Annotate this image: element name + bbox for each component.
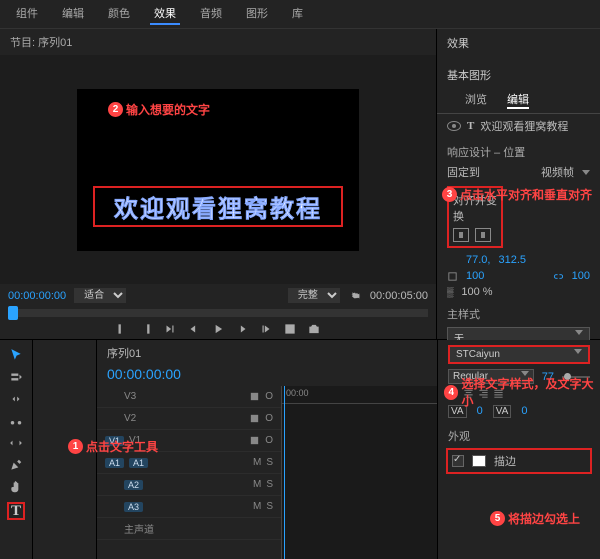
toggle-output-icon[interactable] bbox=[249, 391, 260, 402]
stroke-checkbox[interactable] bbox=[452, 455, 464, 467]
track-a2[interactable]: A2 bbox=[124, 480, 143, 490]
chevron-down-icon[interactable] bbox=[582, 170, 590, 175]
stroke-color-swatch[interactable] bbox=[472, 455, 486, 467]
track-o[interactable]: O bbox=[265, 391, 273, 402]
ripple-edit-tool[interactable] bbox=[9, 392, 23, 406]
position-icon bbox=[447, 255, 458, 266]
chevron-down-icon bbox=[574, 349, 582, 354]
tab-edit[interactable]: 编辑 bbox=[507, 91, 529, 109]
toggle-output-icon[interactable] bbox=[249, 413, 260, 424]
playhead[interactable] bbox=[8, 306, 18, 320]
track-select-tool[interactable] bbox=[9, 370, 23, 384]
menu-component[interactable]: 组件 bbox=[12, 3, 42, 25]
timeline-sequence-tab[interactable]: 序列01 bbox=[107, 345, 141, 361]
anchor-x[interactable]: 77.0, bbox=[466, 254, 490, 266]
callout-4: 选择文字样式，及文字大小 bbox=[461, 375, 600, 409]
selection-tool[interactable] bbox=[9, 348, 23, 362]
mute-button[interactable]: M bbox=[253, 479, 261, 490]
program-monitor-title: 节目: 序列01 bbox=[0, 29, 436, 55]
text-layer-icon: T bbox=[467, 120, 474, 132]
solo-button[interactable]: S bbox=[266, 457, 273, 468]
title-text-layer[interactable]: 欢迎观看狸窝教程 bbox=[97, 189, 339, 224]
stroke-label: 描边 bbox=[494, 453, 516, 469]
track-a3[interactable]: A3 bbox=[124, 502, 143, 512]
menu-graphics[interactable]: 图形 bbox=[242, 3, 272, 25]
master-style-label: 主样式 bbox=[437, 300, 600, 324]
mute-button[interactable]: M bbox=[253, 501, 261, 512]
pin-to-label: 固定到 bbox=[447, 164, 480, 180]
play-icon[interactable] bbox=[211, 322, 225, 336]
track-master[interactable]: 主声道 bbox=[124, 521, 154, 536]
effects-panel-title[interactable]: 效果 bbox=[437, 29, 600, 57]
slip-tool[interactable] bbox=[9, 436, 23, 450]
export-frame-icon[interactable] bbox=[283, 322, 297, 336]
camera-icon[interactable] bbox=[307, 322, 321, 336]
callout-num-2: 2 bbox=[108, 102, 123, 117]
mark-out-icon[interactable] bbox=[139, 322, 153, 336]
chevron-down-icon bbox=[575, 330, 583, 335]
timeline-timecode[interactable]: 00:00:00:00 bbox=[97, 366, 437, 386]
tab-browse[interactable]: 浏览 bbox=[465, 91, 487, 109]
settings-icon[interactable] bbox=[348, 289, 362, 303]
callout-num-4: 4 bbox=[444, 385, 458, 400]
go-start-icon[interactable] bbox=[163, 322, 177, 336]
program-monitor[interactable]: 欢迎观看狸窝教程 2输入想要的文字 bbox=[0, 55, 436, 284]
timecode-left[interactable]: 00:00:00:00 bbox=[8, 290, 66, 302]
track-v2[interactable]: V2 bbox=[124, 413, 136, 424]
anchor-y[interactable]: 312.5 bbox=[498, 254, 526, 266]
zoom-dropdown[interactable]: 完整 bbox=[288, 288, 340, 303]
toggle-output-icon[interactable] bbox=[249, 435, 260, 446]
align-vertical-center-button[interactable] bbox=[475, 228, 491, 242]
track-a1[interactable]: A1 bbox=[129, 458, 148, 468]
step-fwd-icon[interactable] bbox=[235, 322, 249, 336]
track-v3[interactable]: V3 bbox=[124, 391, 136, 402]
scale-icon bbox=[447, 271, 458, 282]
razor-tool[interactable] bbox=[9, 414, 23, 428]
align-horizontal-center-button[interactable] bbox=[453, 228, 469, 242]
timecode-right: 00:00:05:00 bbox=[370, 290, 428, 302]
link-icon[interactable] bbox=[553, 271, 564, 282]
responsive-design-label: 响应设计 – 位置 bbox=[437, 138, 600, 162]
pin-to-value[interactable]: 视频帧 bbox=[541, 164, 574, 180]
menu-library[interactable]: 库 bbox=[288, 3, 307, 25]
pen-tool[interactable] bbox=[9, 458, 23, 472]
callout-2: 输入想要的文字 bbox=[126, 101, 210, 118]
appearance-label: 外观 bbox=[438, 422, 600, 446]
mark-in-icon[interactable] bbox=[115, 322, 129, 336]
scale-h[interactable]: 100 bbox=[572, 270, 590, 282]
track-o[interactable]: O bbox=[265, 413, 273, 424]
font-family-select[interactable]: STCaiyun bbox=[448, 345, 590, 364]
opacity-icon: ▒ bbox=[447, 287, 453, 297]
callout-5: 将描边勾选上 bbox=[508, 510, 580, 527]
timeline-canvas[interactable]: 00:00 bbox=[282, 386, 437, 559]
mute-button[interactable]: M bbox=[253, 457, 261, 468]
track-a1-target[interactable]: A1 bbox=[105, 458, 124, 468]
callout-3: 点击水平对齐和垂直对齐 bbox=[460, 186, 592, 203]
track-o[interactable]: O bbox=[265, 435, 273, 446]
scale-value[interactable]: 100 bbox=[466, 270, 484, 282]
callout-num-5: 5 bbox=[490, 511, 505, 526]
opacity-value[interactable]: 100 % bbox=[461, 286, 492, 298]
type-tool[interactable]: T bbox=[7, 502, 25, 520]
menu-edit[interactable]: 编辑 bbox=[58, 3, 88, 25]
go-end-icon[interactable] bbox=[259, 322, 273, 336]
fit-dropdown[interactable]: 适合 bbox=[74, 288, 126, 303]
graphics-panel-title[interactable]: 基本图形 bbox=[437, 57, 600, 89]
timeline-playhead[interactable] bbox=[284, 386, 285, 559]
callout-num-3: 3 bbox=[442, 187, 457, 202]
solo-button[interactable]: S bbox=[266, 479, 273, 490]
solo-button[interactable]: S bbox=[266, 501, 273, 512]
ruler-tick: 00:00 bbox=[286, 388, 309, 398]
menu-audio[interactable]: 音频 bbox=[196, 3, 226, 25]
eye-icon[interactable] bbox=[447, 121, 461, 131]
step-back-icon[interactable] bbox=[187, 322, 201, 336]
callout-num-1: 1 bbox=[68, 439, 83, 454]
hand-tool[interactable] bbox=[9, 480, 23, 494]
menu-color[interactable]: 颜色 bbox=[104, 3, 134, 25]
callout-1: 点击文字工具 bbox=[86, 438, 158, 455]
text-layer-name[interactable]: 欢迎观看狸窝教程 bbox=[480, 118, 568, 134]
menu-effects[interactable]: 效果 bbox=[150, 3, 180, 25]
